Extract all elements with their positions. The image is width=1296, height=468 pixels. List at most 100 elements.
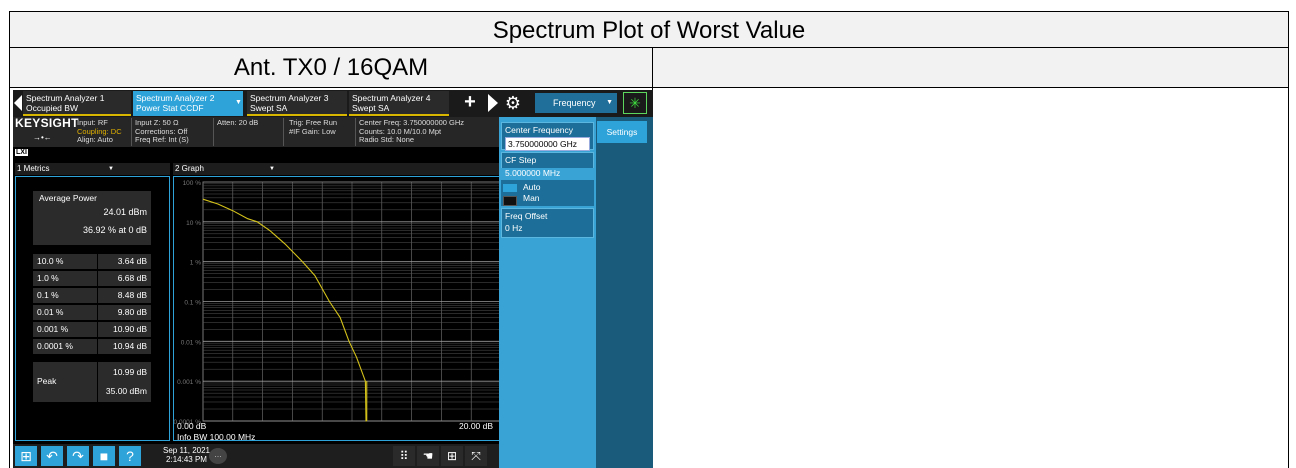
tab-subtitle: Swept SA xyxy=(250,103,288,113)
average-power-title: Average Power xyxy=(39,193,97,203)
metric-value: 10.90 dB xyxy=(112,324,147,334)
tab-bar: Spectrum Analyzer 1 Occupied BW Spectrum… xyxy=(13,90,653,117)
average-power-value: 24.01 dBm xyxy=(103,207,147,217)
metrics-window-header[interactable]: 1 Metrics ▼ xyxy=(15,163,170,175)
y-tick-label: 1 % xyxy=(190,260,201,267)
tab-title: Spectrum Analyzer 3 xyxy=(250,93,329,103)
tab-scroll-right-icon[interactable] xyxy=(488,94,498,112)
tab-dropdown-icon[interactable]: ▼ xyxy=(235,99,242,106)
auto-label: Auto xyxy=(523,182,541,192)
frequency-button-label: Frequency xyxy=(553,98,596,108)
metric-prob: 1.0 % xyxy=(37,273,59,283)
metric-row: 0.01 % 9.80 dB xyxy=(33,305,151,320)
peak-db-value: 10.99 dB xyxy=(112,367,147,377)
ant-mode-header: Ant. TX0 / 16QAM xyxy=(9,48,653,88)
metric-value: 6.68 dB xyxy=(117,273,147,283)
tab-spectrum-analyzer-2[interactable]: Spectrum Analyzer 2 Power Stat CCDF xyxy=(133,91,243,116)
right-header-cell xyxy=(652,48,1289,88)
windows-icon[interactable]: ⊞ xyxy=(15,446,37,466)
metric-value: 8.48 dB xyxy=(117,290,147,300)
peak-box: Peak 10.99 dB 35.00 dBm xyxy=(33,362,151,402)
notification-bubble-icon[interactable]: … xyxy=(209,448,227,464)
keysight-logo: KEYSIGHT xyxy=(15,116,79,130)
peak-dbm-value: 35.00 dBm xyxy=(105,386,147,396)
input-z-info: Input Z: 50 Ω Corrections: Off Freq Ref:… xyxy=(135,118,189,145)
measuring-spinner-icon[interactable]: ✳ xyxy=(623,92,647,114)
touch-icon[interactable]: ☚ xyxy=(417,446,439,466)
zoom-expand-icon[interactable]: ⤧ xyxy=(465,446,487,466)
y-tick-label: 0.01 % xyxy=(181,339,201,346)
ccdf-chart[interactable]: 100 %10 %1 %0.1 %0.01 %0.001 %0.0001 % xyxy=(173,176,503,441)
tab-subtitle: Occupied BW xyxy=(26,103,78,113)
center-frequency-label: Center Frequency xyxy=(505,125,574,135)
redo-icon[interactable]: ↷ xyxy=(67,446,89,466)
man-label: Man xyxy=(523,193,540,203)
metric-row: 0.1 % 8.48 dB xyxy=(33,288,151,303)
tab-subtitle: Power Stat CCDF xyxy=(136,103,204,113)
center-frequency-control[interactable]: Center Frequency 3.750000000 GHz xyxy=(501,122,594,151)
metrics-title: 1 Metrics xyxy=(17,164,50,173)
freq-ref: Freq Ref: Int (S) xyxy=(135,135,189,144)
marker-dots-icon[interactable]: ⠿ xyxy=(393,446,415,466)
graph-window-header[interactable]: 2 Graph ▼ xyxy=(173,163,503,175)
metric-prob: 10.0 % xyxy=(37,256,64,266)
metric-row: 0.0001 % 10.94 dB xyxy=(33,339,151,354)
instrument-screenshot: Spectrum Analyzer 1 Occupied BW Spectrum… xyxy=(13,90,653,468)
man-indicator xyxy=(503,196,517,206)
tab-spectrum-analyzer-1[interactable]: Spectrum Analyzer 1 Occupied BW xyxy=(23,91,131,116)
input-info: Input: RF Coupling: DC Align: Auto xyxy=(77,118,122,145)
cf-step-label: CF Step xyxy=(505,155,537,165)
x-axis-end-label: 20.00 dB xyxy=(459,421,494,431)
chevron-down-icon: ▼ xyxy=(108,166,114,172)
radio-std: Radio Std: None xyxy=(359,135,415,144)
graph-title: 2 Graph xyxy=(175,164,204,173)
trig-info: Trig: Free Run #IF Gain: Low xyxy=(289,118,337,136)
center-freq-info: Center Freq: 3.750000000 GHz Counts: 10.… xyxy=(359,118,464,145)
tab-title: Spectrum Analyzer 2 xyxy=(136,93,215,103)
atten-info: Atten: 20 dB xyxy=(217,118,259,128)
tab-title: Spectrum Analyzer 1 xyxy=(26,93,105,103)
tab-scroll-left-icon[interactable] xyxy=(14,95,22,111)
metric-prob: 0.01 % xyxy=(37,307,64,317)
chevron-down-icon: ▼ xyxy=(269,166,275,172)
window-grid-icon[interactable]: ⊞ xyxy=(441,446,463,466)
metric-value: 3.64 dB xyxy=(117,256,147,266)
taskbar-datetime: Sep 11, 2021 2:14:43 PM xyxy=(163,446,210,464)
center-frequency-field[interactable]: 3.750000000 GHz xyxy=(505,137,590,151)
help-icon[interactable]: ? xyxy=(119,446,141,466)
metric-value: 10.94 dB xyxy=(112,341,147,351)
frequency-menu-button[interactable]: Frequency ▼ xyxy=(535,93,617,113)
settings-gear-icon[interactable]: ⚙ xyxy=(503,92,523,114)
metric-row: 0.001 % 10.90 dB xyxy=(33,322,151,337)
metric-value: 9.80 dB xyxy=(117,307,147,317)
if-gain: #IF Gain: Low xyxy=(289,126,336,136)
metric-row: 10.0 % 3.64 dB xyxy=(33,254,151,269)
tab-spectrum-analyzer-3[interactable]: Spectrum Analyzer 3 Swept SA xyxy=(247,91,347,116)
metric-row: 1.0 % 6.68 dB xyxy=(33,271,151,286)
cf-step-value[interactable]: 5.000000 MHz xyxy=(502,166,563,180)
measurement-info-bar: KEYSIGHT →•← Input: RF Coupling: DC Alig… xyxy=(13,117,499,147)
peak-label: Peak xyxy=(37,376,57,386)
chevron-down-icon: ▼ xyxy=(606,99,613,106)
y-tick-label: 0.001 % xyxy=(177,379,201,386)
y-tick-label: 0.1 % xyxy=(184,300,201,307)
right-body-cell xyxy=(652,87,1289,468)
freq-offset-label: Freq Offset xyxy=(505,211,548,221)
y-tick-label: 10 % xyxy=(186,220,201,227)
tab-spectrum-analyzer-4[interactable]: Spectrum Analyzer 4 Swept SA xyxy=(349,91,449,116)
freq-offset-control[interactable]: Freq Offset 0 Hz xyxy=(501,208,594,238)
auto-indicator xyxy=(503,184,517,192)
atten: Atten: 20 dB xyxy=(217,118,259,127)
info-bw-label: Info BW 100.00 MHz xyxy=(177,432,256,442)
settings-tab[interactable]: Settings xyxy=(597,121,647,143)
average-power-percent: 36.92 % at 0 dB xyxy=(82,225,147,235)
document-title: Spectrum Plot of Worst Value xyxy=(9,11,1289,48)
taskbar-time: 2:14:43 PM xyxy=(166,455,207,464)
metric-prob: 0.001 % xyxy=(37,324,69,334)
freq-offset-value[interactable]: 0 Hz xyxy=(502,221,593,235)
auto-man-toggle[interactable]: Auto Man xyxy=(501,180,594,206)
file-icon[interactable]: ■ xyxy=(93,446,115,466)
add-screen-plus-icon[interactable]: + xyxy=(458,92,482,114)
tab-title: Spectrum Analyzer 4 xyxy=(352,93,431,103)
undo-icon[interactable]: ↶ xyxy=(41,446,63,466)
